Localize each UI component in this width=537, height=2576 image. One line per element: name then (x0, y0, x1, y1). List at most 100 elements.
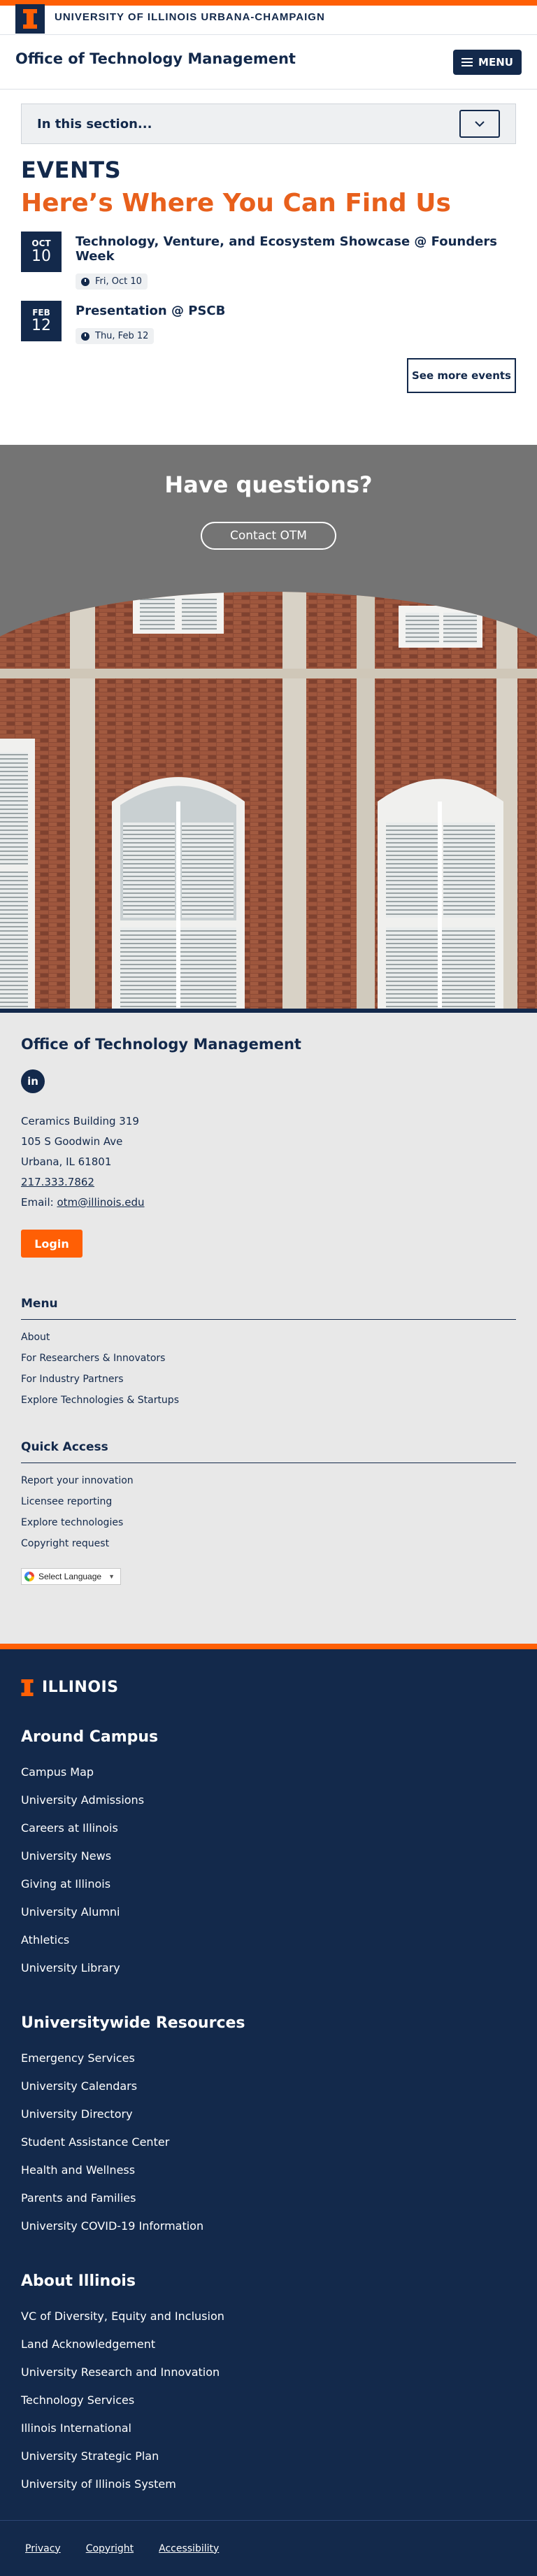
event-item: FEB 12 Presentation @ PSCB Thu, Feb 12 (21, 301, 516, 344)
login-button[interactable]: Login (21, 1230, 83, 1258)
university-name-link[interactable]: UNIVERSITY OF ILLINOIS URBANA-CHAMPAIGN (55, 11, 325, 23)
around-campus-link[interactable]: University Alumni (21, 1905, 120, 1919)
block-i-logo-icon[interactable] (15, 4, 45, 34)
event-month: OCT (31, 239, 51, 248)
quick-access-link[interactable]: Explore technologies (21, 1517, 123, 1528)
footer-menu-list: About For Researchers & Innovators For I… (21, 1327, 516, 1411)
resources-link[interactable]: University Calendars (21, 2079, 137, 2093)
email-label: Email: (21, 1196, 57, 1209)
event-item: OCT 10 Technology, Venture, and Ecosyste… (21, 232, 516, 290)
campus-footer: ILLINOIS Around Campus Campus Map Univer… (0, 1644, 537, 2576)
contact-address: Ceramics Building 319 105 S Goodwin Ave … (21, 1111, 516, 1213)
quick-access-link[interactable]: Licensee reporting (21, 1496, 112, 1507)
about-illinois-link[interactable]: VC of Diversity, Equity and Inclusion (21, 2310, 224, 2323)
footer-menu-link[interactable]: About (21, 1332, 50, 1343)
event-date-text: Fri, Oct 10 (95, 276, 142, 287)
quick-access-link[interactable]: Report your innovation (21, 1475, 134, 1486)
about-illinois-link[interactable]: University of Illinois System (21, 2477, 176, 2491)
event-date-tag: Thu, Feb 12 (76, 328, 155, 344)
menu-button[interactable]: MENU (453, 49, 522, 75)
see-more-events-button[interactable]: See more events (407, 358, 516, 393)
section-nav[interactable]: In this section... (21, 104, 516, 144)
copyright-link[interactable]: Copyright (86, 2543, 134, 2554)
unit-header: Office of Technology Management MENU (0, 35, 537, 90)
around-campus-link[interactable]: Careers at Illinois (21, 1821, 118, 1835)
clock-icon (81, 332, 90, 341)
address-line: 105 S Goodwin Ave (21, 1135, 123, 1148)
about-illinois-link[interactable]: Land Acknowledgement (21, 2337, 155, 2351)
about-illinois-link[interactable]: Technology Services (21, 2393, 134, 2407)
resources-link[interactable]: Health and Wellness (21, 2163, 135, 2177)
linkedin-icon[interactable]: in (21, 1069, 45, 1093)
quick-access-link[interactable]: Copyright request (21, 1538, 109, 1549)
illinois-wordmark[interactable]: ILLINOIS (21, 1679, 537, 1696)
privacy-link[interactable]: Privacy (25, 2543, 61, 2554)
about-illinois-link[interactable]: University Research and Innovation (21, 2365, 220, 2379)
resources-link[interactable]: Emergency Services (21, 2051, 135, 2065)
illinois-wordmark-text: ILLINOIS (42, 1679, 119, 1696)
caret-down-icon: ▼ (108, 1573, 115, 1580)
legal-links: Privacy Copyright Accessibility (0, 2520, 537, 2576)
address-line: Ceramics Building 319 (21, 1115, 139, 1127)
around-campus-link[interactable]: Giving at Illinois (21, 1877, 110, 1891)
questions-title: Have questions? (164, 471, 373, 498)
menu-button-label: MENU (478, 55, 513, 69)
resources-title: Universitywide Resources (21, 2014, 245, 2032)
event-date-tag: Fri, Oct 10 (76, 273, 148, 290)
contact-otm-button[interactable]: Contact OTM (201, 522, 336, 550)
around-campus-link[interactable]: University Admissions (21, 1793, 144, 1807)
footer-menu-link[interactable]: For Industry Partners (21, 1374, 124, 1385)
event-month: FEB (32, 308, 50, 318)
resources-link[interactable]: University Directory (21, 2107, 133, 2121)
resources-link[interactable]: Parents and Families (21, 2191, 136, 2205)
footer-menu-link[interactable]: Explore Technologies & Startups (21, 1395, 179, 1406)
brand-stripe (0, 0, 537, 6)
email-link[interactable]: otm@illinois.edu (57, 1196, 144, 1209)
block-i-logo-icon (21, 1679, 34, 1696)
event-day: 10 (31, 248, 51, 265)
phone-link[interactable]: 217.333.7862 (21, 1176, 94, 1188)
about-illinois-link[interactable]: Illinois International (21, 2421, 131, 2435)
about-illinois-list: VC of Diversity, Equity and Inclusion La… (21, 2303, 516, 2498)
resources-link[interactable]: University COVID-19 Information (21, 2219, 203, 2233)
page-title: EVENTS (21, 157, 122, 183)
around-campus-link[interactable]: University News (21, 1849, 111, 1863)
footer-unit-title: Office of Technology Management (21, 1036, 301, 1053)
address-line: Urbana, IL 61801 (21, 1155, 112, 1168)
around-campus-title: Around Campus (21, 1728, 159, 1746)
resources-list: Emergency Services University Calendars … (21, 2044, 516, 2240)
around-campus-link[interactable]: University Library (21, 1961, 120, 1974)
building-photo (0, 592, 537, 1013)
about-illinois-link[interactable]: University Strategic Plan (21, 2449, 159, 2463)
event-date-text: Thu, Feb 12 (95, 331, 149, 341)
accessibility-link[interactable]: Accessibility (159, 2543, 219, 2554)
footer-menu-title: Menu (21, 1297, 516, 1320)
footer-menu-link[interactable]: For Researchers & Innovators (21, 1353, 165, 1364)
hamburger-icon (461, 57, 473, 66)
section-nav-label: In this section... (37, 116, 152, 131)
event-title-link[interactable]: Presentation @ PSCB (76, 304, 225, 318)
university-bar: UNIVERSITY OF ILLINOIS URBANA-CHAMPAIGN (0, 4, 537, 35)
event-date-badge: OCT 10 (21, 232, 62, 272)
resources-link[interactable]: Student Assistance Center (21, 2135, 169, 2149)
questions-band: Have questions? Contact OTM (0, 445, 537, 1013)
events-subtitle: Here’s Where You Can Find Us (21, 189, 451, 218)
brand-stripe (0, 1644, 537, 1649)
about-illinois-title: About Illinois (21, 2272, 136, 2290)
event-day: 12 (31, 317, 51, 334)
clock-icon (81, 277, 90, 286)
event-date-badge: FEB 12 (21, 301, 62, 341)
events-section: EVENTS Here’s Where You Can Find Us OCT … (0, 157, 537, 393)
language-select[interactable]: Select Language ▼ (21, 1568, 121, 1585)
language-select-label: Select Language (38, 1572, 102, 1581)
google-icon (24, 1572, 34, 1581)
unit-title-link[interactable]: Office of Technology Management (15, 50, 296, 67)
event-title-link[interactable]: Technology, Venture, and Ecosystem Showc… (76, 234, 516, 264)
quick-access-title: Quick Access (21, 1440, 516, 1463)
unit-footer: Office of Technology Management in Ceram… (0, 1013, 537, 1644)
around-campus-list: Campus Map University Admissions Careers… (21, 1758, 516, 1982)
chevron-down-icon[interactable] (459, 110, 500, 138)
quick-access-list: Report your innovation Licensee reportin… (21, 1470, 516, 1554)
around-campus-link[interactable]: Athletics (21, 1933, 69, 1947)
around-campus-link[interactable]: Campus Map (21, 1765, 94, 1779)
